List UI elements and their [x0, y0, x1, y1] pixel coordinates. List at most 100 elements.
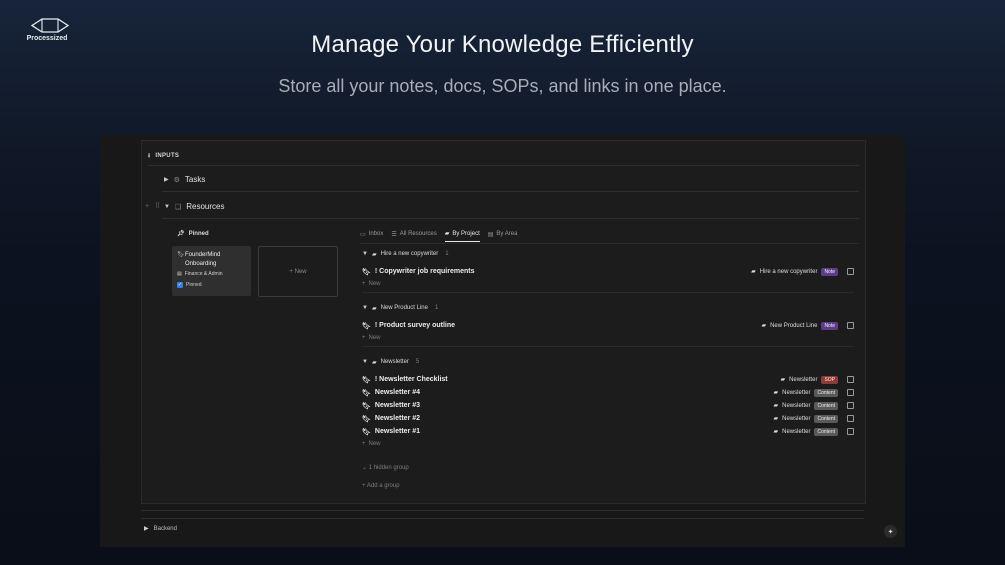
group-name: New Product Line	[380, 305, 428, 311]
chevron-down-icon: ▼	[362, 251, 368, 257]
list-item[interactable]: 🔖︎ ! Copywriter job requirements ▰ Hire …	[362, 265, 854, 278]
item-title: Newsletter #3	[374, 402, 421, 409]
tasks-label: Tasks	[184, 175, 206, 184]
inputs-panel: ⭳ INPUTS ▶ ⚙ Tasks + ⠿ ▼ ❏ Resources 📌︎ …	[141, 140, 866, 504]
folder-icon: ▰	[751, 269, 756, 275]
item-project[interactable]: Hire a new copywriter	[760, 269, 818, 275]
checkbox[interactable]	[847, 389, 854, 396]
list-item[interactable]: 🔖︎ Newsletter #1 ▰ Newsletter Content	[362, 425, 854, 438]
backend-toggle[interactable]: ▶ Backend	[144, 525, 177, 533]
list-item[interactable]: 🔖︎ ! Newsletter Checklist ▰ Newsletter S…	[362, 373, 854, 386]
type-tag: Content	[814, 401, 838, 410]
tab-label: All Resources	[399, 231, 437, 237]
item-title: Newsletter #1	[374, 428, 421, 435]
group-name: Newsletter	[380, 359, 409, 365]
hidden-group-toggle[interactable]: ⌄ 1 hidden group	[362, 464, 409, 471]
folder-icon: ▰	[773, 416, 779, 422]
item-project[interactable]: Newsletter	[782, 416, 810, 422]
type-tag: Content	[814, 388, 838, 397]
checkbox[interactable]	[847, 428, 854, 435]
type-tag: Content	[814, 414, 838, 423]
project-group: ▼ ▰ Hire a new copywriter 1 🔖︎ ! Copywri…	[362, 249, 854, 293]
group-count: 1	[445, 251, 449, 257]
type-tag: Note	[821, 267, 838, 276]
item-title: Newsletter #2	[374, 415, 421, 422]
bookmark-icon: 🔖︎	[362, 402, 371, 410]
card-pinned-label: Pinned	[186, 282, 202, 288]
area-icon: ▤	[487, 231, 494, 238]
divider	[362, 292, 854, 293]
chevron-down-icon: ⌄	[362, 465, 368, 471]
app-window: ⭳ INPUTS ▶ ⚙ Tasks + ⠿ ▼ ❏ Resources 📌︎ …	[100, 135, 905, 547]
checkbox[interactable]	[847, 268, 854, 275]
list-item[interactable]: 🔖︎ Newsletter #3 ▰ Newsletter Content	[362, 399, 854, 412]
new-label: New	[368, 281, 381, 287]
view-tabs: ▭ Inbox ☰ All Resources ▰ By Project ▤ B…	[360, 230, 517, 242]
list-item[interactable]: 🔖︎ ! Product survey outline ▰ New Produc…	[362, 319, 854, 332]
group-header[interactable]: ▼ ▰ Hire a new copywriter 1	[362, 249, 854, 259]
folder-icon: ▰	[773, 403, 779, 409]
folder-icon: ▰	[761, 323, 767, 329]
new-label: New	[368, 335, 381, 341]
item-project[interactable]: New Product Line	[770, 323, 817, 329]
hidden-group-label: 1 hidden group	[368, 465, 409, 471]
list-item[interactable]: 🔖︎ Newsletter #2 ▰ Newsletter Content	[362, 412, 854, 425]
group-header[interactable]: ▼ ▰ New Product Line 1	[362, 303, 854, 313]
tab-label: By Area	[496, 231, 518, 237]
checkbox[interactable]	[847, 402, 854, 409]
inputs-header: ⭳ INPUTS	[148, 151, 179, 161]
chevron-right-icon: ▶	[144, 526, 149, 532]
bookmark-icon: 🔖︎	[177, 252, 185, 258]
add-group-button[interactable]: + Add a group	[362, 483, 400, 489]
add-new-row[interactable]: + New	[362, 278, 854, 290]
add-new-row[interactable]: + New	[362, 332, 854, 344]
drag-handle-icon[interactable]: + ⠿	[145, 202, 162, 210]
tab-all-resources[interactable]: ☰ All Resources	[391, 230, 436, 242]
folder-icon: ▰	[444, 231, 450, 237]
add-new-row[interactable]: + New	[362, 438, 854, 450]
project-group: ▼ ▰ New Product Line 1 🔖︎ ! Product surv…	[362, 303, 854, 347]
item-project[interactable]: Newsletter	[782, 429, 810, 435]
checkbox[interactable]	[847, 322, 854, 329]
tab-inbox[interactable]: ▭ Inbox	[360, 230, 383, 242]
item-project[interactable]: Newsletter	[789, 377, 817, 383]
new-card-button[interactable]: + New	[258, 246, 338, 297]
card-title: FounderMind Onboarding	[185, 252, 221, 267]
chevron-right-icon: ▶	[164, 177, 169, 183]
type-tag: Note	[821, 321, 838, 330]
checkbox[interactable]	[847, 415, 854, 422]
sparkle-icon[interactable]: ✦	[884, 525, 897, 538]
group-name: Hire a new copywriter	[380, 251, 439, 257]
bookmark-icon: 🔖︎	[362, 389, 371, 397]
project-group: ▼ ▰ Newsletter 5 🔖︎ ! Newsletter Checkli…	[362, 357, 854, 450]
area-icon: ▤	[177, 271, 182, 277]
inbox-icon: ▭	[360, 231, 366, 238]
card-area-label: Finance & Admin	[184, 271, 223, 277]
bookmark-icon: 🔖︎	[362, 376, 371, 384]
resources-toggle[interactable]: ▼ ❏ Resources	[164, 202, 224, 211]
backend-label: Backend	[153, 525, 177, 532]
checkbox-checked-icon[interactable]: ✓	[177, 282, 183, 288]
tasks-toggle[interactable]: ▶ ⚙ Tasks	[164, 175, 205, 184]
type-tag: SOP	[821, 375, 838, 384]
list-item[interactable]: 🔖︎ Newsletter #4 ▰ Newsletter Content	[362, 386, 854, 399]
card-area: ▤ Finance & Admin	[177, 271, 223, 277]
plus-icon: +	[362, 483, 366, 489]
pinned-card[interactable]: 🔖︎ FounderMind Onboarding ▤ Finance & Ad…	[172, 246, 251, 296]
item-project[interactable]: Newsletter	[782, 403, 810, 409]
group-header[interactable]: ▼ ▰ Newsletter 5	[362, 357, 854, 367]
tab-by-area[interactable]: ▤ By Area	[488, 230, 518, 242]
tab-label: By Project	[452, 230, 480, 237]
resources-label: Resources	[186, 202, 225, 211]
resources-icon: ❏	[174, 203, 182, 211]
folder-icon: ▰	[780, 377, 786, 383]
pinned-header: 📌︎ Pinned	[177, 230, 209, 238]
chevron-down-icon: ▼	[362, 305, 368, 311]
bookmark-icon: 🔖︎	[362, 415, 371, 423]
item-project[interactable]: Newsletter	[782, 390, 810, 396]
tab-by-project[interactable]: ▰ By Project	[444, 230, 480, 242]
download-icon: ⭳	[148, 153, 151, 159]
divider	[162, 191, 859, 192]
checkbox[interactable]	[847, 376, 854, 383]
chevron-down-icon: ▼	[362, 359, 368, 365]
